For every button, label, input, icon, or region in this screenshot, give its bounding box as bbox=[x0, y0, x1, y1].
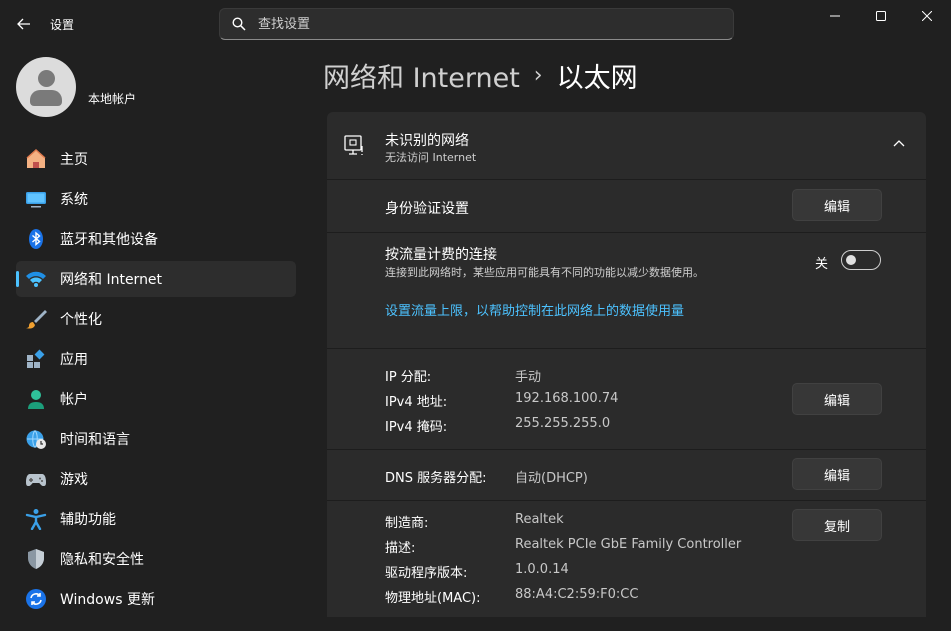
maximize-icon bbox=[876, 11, 886, 21]
chevron-right-icon: › bbox=[533, 63, 543, 88]
app-title: 设置 bbox=[50, 18, 75, 32]
arrow-left-icon bbox=[17, 18, 30, 30]
sidebar-item-label: 蓝牙和其他设备 bbox=[60, 232, 158, 248]
sidebar-item-gaming[interactable]: 游戏 bbox=[16, 461, 296, 497]
sidebar-item-label: 系统 bbox=[60, 192, 88, 208]
metered-toggle[interactable] bbox=[841, 250, 881, 270]
sidebar-nav: 主页 系统 蓝牙和其他设备 网络和 Internet 个性化 应用 帐户 时间和… bbox=[16, 141, 296, 621]
sidebar-item-windows-update[interactable]: Windows 更新 bbox=[16, 581, 296, 617]
sidebar-item-label: 主页 bbox=[60, 152, 88, 168]
sidebar-item-privacy[interactable]: 隐私和安全性 bbox=[16, 541, 296, 577]
user-profile[interactable]: 本地帐户 bbox=[16, 57, 136, 117]
sidebar-item-system[interactable]: 系统 bbox=[16, 181, 296, 217]
sidebar-item-accounts[interactable]: 帐户 bbox=[16, 381, 296, 417]
title-bar: 设置 bbox=[0, 0, 951, 48]
sidebar-item-home[interactable]: 主页 bbox=[16, 141, 296, 177]
sidebar-item-bluetooth[interactable]: 蓝牙和其他设备 bbox=[16, 221, 296, 257]
sidebar-item-label: 时间和语言 bbox=[60, 432, 130, 448]
ip-settings-row: IP 分配: 手动 IPv4 地址: 192.168.100.74 IPv4 掩… bbox=[327, 349, 926, 449]
copy-button[interactable]: 复制 bbox=[792, 509, 882, 541]
search-input[interactable] bbox=[258, 16, 698, 32]
home-icon bbox=[24, 147, 48, 171]
breadcrumb-parent[interactable]: 网络和 Internet bbox=[323, 56, 520, 95]
sidebar-item-label: 游戏 bbox=[60, 472, 88, 488]
monitor-icon bbox=[24, 187, 48, 211]
sidebar-item-accessibility[interactable]: 辅助功能 bbox=[16, 501, 296, 537]
accessibility-icon bbox=[24, 507, 48, 531]
metered-title: 按流量计费的连接 bbox=[385, 247, 497, 263]
ethernet-icon bbox=[343, 134, 367, 162]
bluetooth-icon bbox=[24, 227, 48, 251]
back-button[interactable] bbox=[10, 10, 38, 38]
sidebar-item-personalization[interactable]: 个性化 bbox=[16, 301, 296, 337]
network-name: 未识别的网络 bbox=[385, 133, 469, 149]
metered-description: 连接到此网络时，某些应用可能具有不同的功能以减少数据使用。 bbox=[385, 266, 704, 279]
brush-icon bbox=[24, 307, 48, 331]
user-name: 本地帐户 bbox=[88, 91, 137, 106]
sidebar-item-label: 帐户 bbox=[60, 392, 88, 408]
minimize-button[interactable] bbox=[812, 0, 858, 32]
wifi-icon bbox=[24, 267, 48, 291]
edit-auth-button[interactable]: 编辑 bbox=[792, 189, 882, 221]
apps-icon bbox=[24, 347, 48, 371]
network-header[interactable]: 未识别的网络 无法访问 Internet bbox=[327, 112, 926, 179]
dns-row: DNS 服务器分配: 自动(DHCP) 编辑 bbox=[327, 450, 926, 500]
data-limit-link[interactable]: 设置流量上限，以帮助控制在此网络上的数据使用量 bbox=[385, 300, 684, 319]
globe-clock-icon bbox=[24, 427, 48, 451]
avatar bbox=[16, 57, 76, 117]
toggle-state-label: 关 bbox=[815, 257, 829, 272]
adapter-info-row: 制造商: Realtek 描述: Realtek PCIe GbE Family… bbox=[327, 501, 926, 617]
auth-settings-label: 身份验证设置 bbox=[385, 201, 469, 217]
search-box[interactable] bbox=[219, 8, 734, 40]
close-button[interactable] bbox=[904, 0, 950, 32]
chevron-up-icon[interactable] bbox=[893, 138, 905, 154]
page-title: 以太网 bbox=[556, 63, 638, 94]
sidebar-item-label: 辅助功能 bbox=[60, 512, 116, 528]
sidebar-item-apps[interactable]: 应用 bbox=[16, 341, 296, 377]
sidebar-item-label: 隐私和安全性 bbox=[60, 552, 144, 568]
maximize-button[interactable] bbox=[858, 0, 904, 32]
sidebar-item-network[interactable]: 网络和 Internet bbox=[16, 261, 296, 297]
sidebar-item-label: 应用 bbox=[60, 352, 88, 368]
sidebar-item-time-language[interactable]: 时间和语言 bbox=[16, 421, 296, 457]
breadcrumb: 网络和 Internet › 以太网 bbox=[323, 56, 638, 95]
gamepad-icon bbox=[24, 467, 48, 491]
network-status: 无法访问 Internet bbox=[385, 151, 477, 164]
close-icon bbox=[922, 11, 932, 21]
update-icon bbox=[24, 587, 48, 611]
search-icon bbox=[232, 17, 246, 31]
sidebar-item-label: 个性化 bbox=[60, 312, 102, 328]
shield-icon bbox=[24, 547, 48, 571]
edit-dns-button[interactable]: 编辑 bbox=[792, 458, 882, 490]
person-icon bbox=[24, 387, 48, 411]
minimize-icon bbox=[830, 15, 840, 17]
sidebar-item-label: 网络和 Internet bbox=[60, 272, 163, 288]
metered-connection-row: 按流量计费的连接 连接到此网络时，某些应用可能具有不同的功能以减少数据使用。 关… bbox=[327, 233, 926, 348]
sidebar-item-label: Windows 更新 bbox=[60, 592, 155, 608]
auth-settings-row: 身份验证设置 编辑 bbox=[327, 180, 926, 232]
edit-ip-button[interactable]: 编辑 bbox=[792, 383, 882, 415]
